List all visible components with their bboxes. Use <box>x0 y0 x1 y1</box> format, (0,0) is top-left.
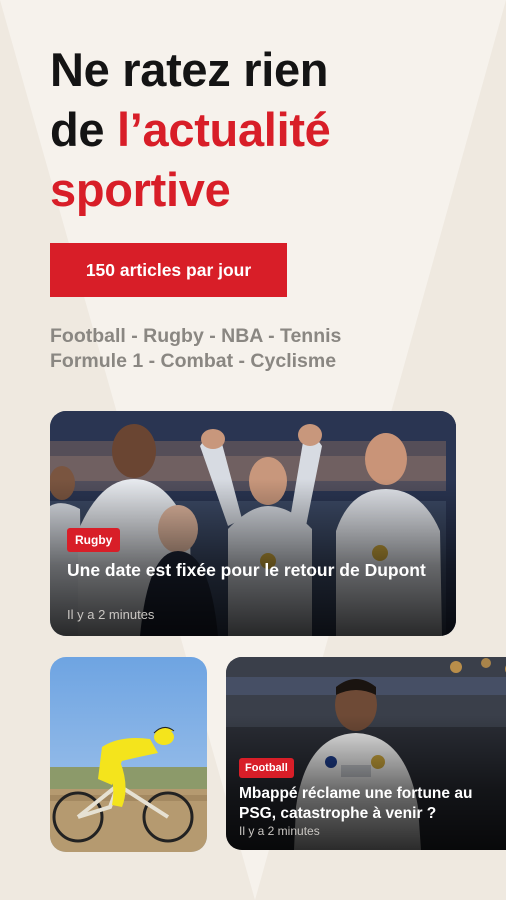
article-card-cycling[interactable] <box>50 657 207 852</box>
headline-line-2-prefix: de <box>50 103 118 156</box>
headline-line-3-highlight: sportive <box>50 163 231 216</box>
articles-per-day-button[interactable]: 150 articles par jour <box>50 243 287 297</box>
article-card-rugby[interactable]: Rugby Une date est fixée pour le retour … <box>50 411 456 636</box>
article-image-cycling <box>50 657 207 852</box>
sports-list: Football - Rugby - NBA - Tennis Formule … <box>50 324 341 374</box>
article-category-badge: Rugby <box>67 528 121 552</box>
headline-line-1: Ne ratez rien <box>50 43 329 96</box>
sports-list-line-2: Formule 1 - Combat - Cyclisme <box>50 350 337 372</box>
page-headline: Ne ratez rien de l’actualité sportive <box>50 40 331 220</box>
sports-list-line-1: Football - Rugby - NBA - Tennis <box>50 325 342 347</box>
article-title: Mbappé réclame une fortune au PSG, catas… <box>239 785 473 822</box>
article-timestamp: Il y a 2 minutes <box>239 824 320 838</box>
article-card-football[interactable]: Football Mbappé réclame une fortune au P… <box>226 657 506 850</box>
article-timestamp: Il y a 2 minutes <box>67 607 155 622</box>
headline-line-2-highlight: l’actualité <box>117 103 331 156</box>
article-title: Une date est fixée pour le retour de Dup… <box>67 560 426 580</box>
article-category-badge: Football <box>239 758 294 778</box>
